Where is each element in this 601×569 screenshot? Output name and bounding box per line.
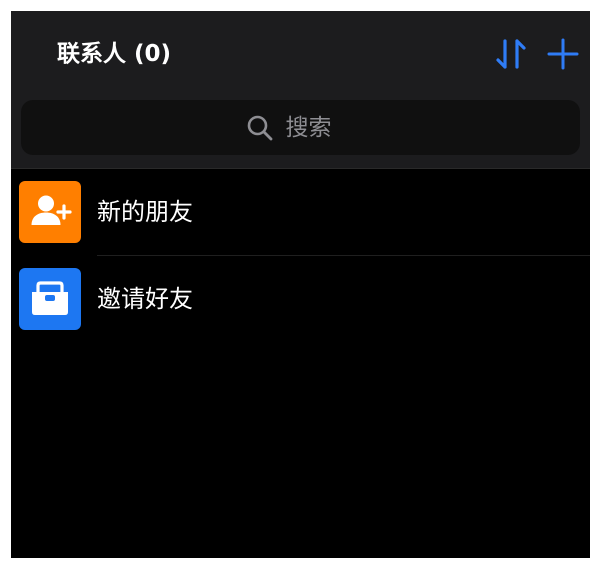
- sort-arrows-icon: [496, 39, 526, 69]
- list-item-label: 邀请好友: [97, 285, 193, 313]
- sort-button[interactable]: [493, 37, 527, 71]
- search-bar[interactable]: [21, 100, 580, 155]
- list-item-invite-friends[interactable]: 邀请好友: [11, 256, 590, 343]
- list-item-new-friends[interactable]: 新的朋友: [11, 169, 590, 256]
- invite-friends-tile: [19, 268, 81, 330]
- search-icon: [247, 115, 272, 140]
- add-contact-button[interactable]: [546, 37, 580, 71]
- list-item-label: 新的朋友: [97, 198, 193, 226]
- header: 联系人 (0): [11, 11, 590, 168]
- search-input[interactable]: [285, 114, 356, 141]
- invite-inbox-icon: [32, 281, 68, 315]
- new-friends-tile: [19, 181, 81, 243]
- add-person-icon: [31, 195, 72, 225]
- page-title: 联系人 (0): [57, 41, 172, 67]
- contacts-screen: 联系人 (0) 搜索 新的朋友 邀请好友: [11, 11, 590, 558]
- plus-icon: [547, 38, 579, 70]
